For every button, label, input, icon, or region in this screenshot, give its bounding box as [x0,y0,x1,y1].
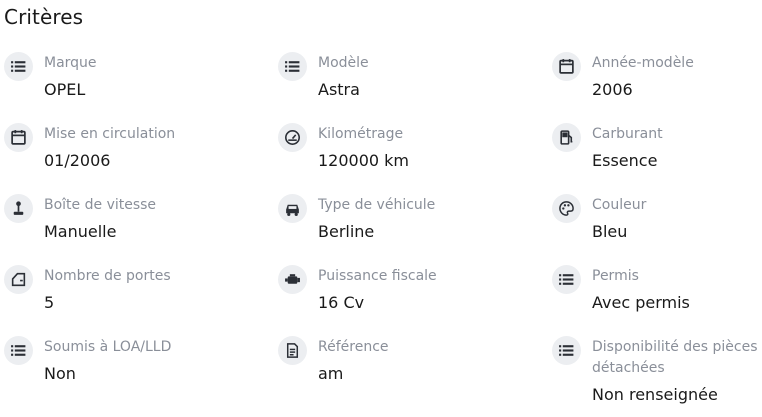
speedometer-icon [278,123,307,152]
criterion-value: Avec permis [592,293,690,312]
criterion-label: Puissance fiscale [318,268,437,284]
criterion-label: Couleur [592,197,647,213]
calendar-icon [552,52,581,81]
criterion-label: Mise en circulation [44,126,176,142]
criterion-label: Année-modèle [592,55,694,71]
criterion-label: Référence [318,339,389,355]
criterion-value: Astra [318,80,360,99]
criteria-panel: Critères Marque OPEL Modèle Astra Année-… [0,0,762,417]
criterion-label: Disponibilité des pièces détachées [592,339,758,376]
criterion-value: 5 [44,293,55,312]
criterion-value: 120000 km [318,151,410,170]
criterion-value: 16 Cv [318,293,365,312]
criterion-label: Marque [44,55,97,71]
criterion-label: Boîte de vitesse [44,197,157,213]
criterion-value: Berline [318,222,375,241]
section-title: Critères [4,5,84,29]
criterion-label: Soumis à LOA/LLD [44,339,172,355]
criterion-value: Manuelle [44,222,117,241]
criterion-value: am [318,364,344,383]
calendar-icon [4,123,33,152]
criterion-value: Bleu [592,222,628,241]
criterion-value: Non renseignée [592,385,718,404]
document-icon [278,336,307,365]
palette-icon [552,194,581,223]
criterion-label: Kilométrage [318,126,404,142]
list-icon [278,52,307,81]
fuel-pump-icon [552,123,581,152]
list-icon [4,336,33,365]
criterion-label: Carburant [592,126,663,142]
criterion-label: Nombre de portes [44,268,171,284]
criterion-value: 01/2006 [44,151,111,170]
criterion-value: Non [44,364,76,383]
gear-stick-icon [4,194,33,223]
criterion-label: Modèle [318,55,369,71]
criterion-label: Type de véhicule [318,197,436,213]
car-door-icon [4,265,33,294]
criterion-value: 2006 [592,80,633,99]
criterion-label: Permis [592,268,639,284]
criterion-value: OPEL [44,80,86,99]
criterion-value: Essence [592,151,658,170]
list-icon [552,265,581,294]
car-icon [278,194,307,223]
list-icon [552,336,581,365]
engine-icon [278,265,307,294]
list-icon [4,52,33,81]
